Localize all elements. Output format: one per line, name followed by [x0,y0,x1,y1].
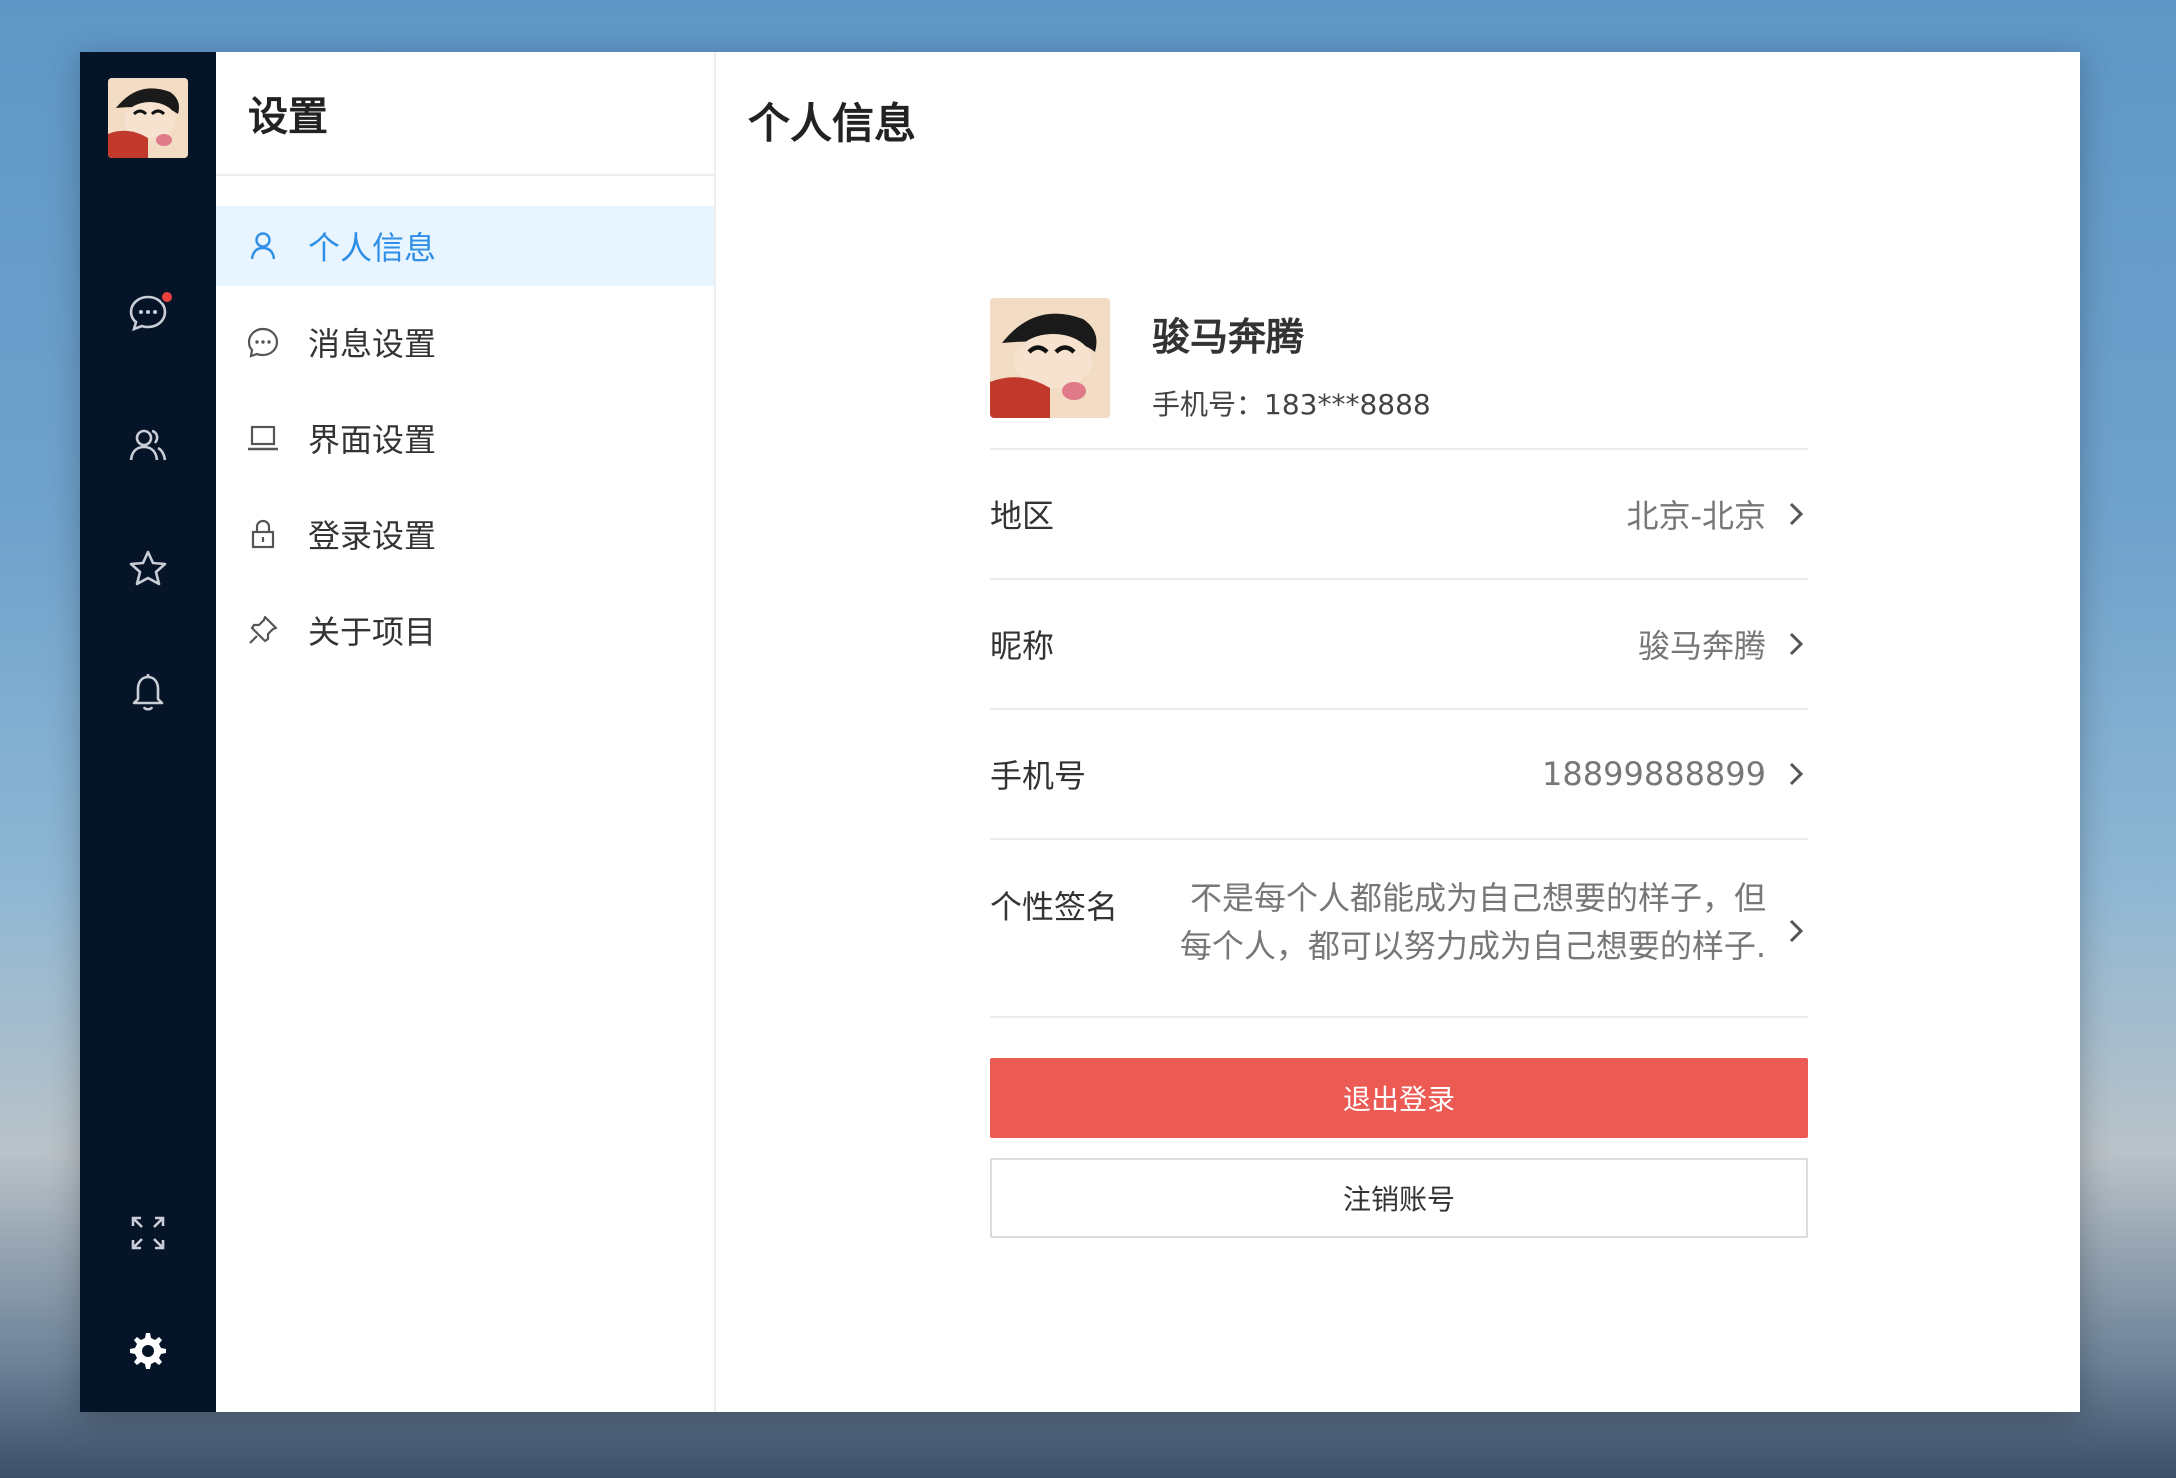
menu-item-profile[interactable]: 个人信息 [216,206,714,286]
rail-contacts-button[interactable] [80,410,216,480]
fullscreen-icon [131,1216,165,1250]
chat-bubble-icon [247,327,279,358]
menu-item-interface[interactable]: 界面设置 [216,398,714,478]
cancel-account-button[interactable]: 注销账号 [990,1158,1808,1238]
star-icon [129,550,167,586]
menu-item-label: 关于项目 [308,613,437,651]
row-label: 昵称 [990,627,1055,665]
content-panel: 个人信息 骏马奔腾 手机号：183***8888 地区 北京-北京 昵称 骏马奔… [716,52,2080,1412]
nav-rail [80,52,216,1412]
rail-settings-button[interactable] [80,1316,216,1386]
menu-title: 设置 [216,52,714,176]
profile-text: 骏马奔腾 手机号：183***8888 [1152,298,1431,423]
chevron-right-icon [1789,632,1804,656]
signature-row[interactable]: 个性签名 不是每个人都能成为自己想要的样子，但每个人，都可以努力成为自己想要的样… [990,840,1808,1018]
nickname-row[interactable]: 昵称 骏马奔腾 [990,580,1808,710]
phone-row[interactable]: 手机号 18899888899 [990,710,1808,840]
row-label: 手机号 [990,757,1087,795]
menu-item-about[interactable]: 关于项目 [216,590,714,670]
menu-item-login[interactable]: 登录设置 [216,494,714,574]
region-row[interactable]: 地区 北京-北京 [990,450,1808,580]
profile-phone: 手机号：183***8888 [1152,388,1431,421]
chevron-right-icon [1789,502,1804,526]
logout-button[interactable]: 退出登录 [990,1058,1808,1138]
avatar-image [990,298,1110,418]
contacts-icon [129,429,167,461]
lock-icon [251,519,275,549]
page-title: 个人信息 [748,99,917,148]
row-value: 18899888899 [1542,755,1766,793]
user-avatar[interactable] [108,78,188,158]
user-icon [250,232,276,260]
profile-card: 骏马奔腾 手机号：183***8888 地区 北京-北京 昵称 骏马奔腾 手机号… [990,298,1808,1238]
rail-notifications-button[interactable] [80,658,216,728]
menu-list: 个人信息 消息设置 界面设置 登录设置 关于项目 [216,206,714,670]
menu-item-label: 界面设置 [308,421,437,459]
rail-favorites-button[interactable] [80,534,216,604]
laptop-icon [248,425,278,451]
bell-icon [132,674,164,711]
gear-icon [130,1333,166,1369]
menu-item-label: 登录设置 [308,517,437,555]
row-value: 北京-北京 [1626,497,1766,535]
row-value: 骏马奔腾 [1637,627,1766,665]
settings-menu: 设置 个人信息 消息设置 界面设置 登录设置 关于项目 [216,52,716,1412]
rail-chat-button[interactable] [80,278,216,348]
row-label: 地区 [990,497,1055,535]
notification-dot [160,290,174,304]
avatar-image [108,78,188,158]
menu-item-label: 个人信息 [308,229,437,267]
chevron-right-icon [1789,919,1804,943]
rail-fullscreen-button[interactable] [80,1198,216,1268]
menu-item-label: 消息设置 [308,325,437,363]
row-label: 个性签名 [990,888,1119,926]
profile-avatar[interactable] [990,298,1110,418]
profile-name: 骏马奔腾 [1152,315,1305,359]
chevron-right-icon [1789,762,1804,786]
app-window: 设置 个人信息 消息设置 界面设置 登录设置 关于项目 个人信息 骏马奔腾 手机… [80,52,2080,1412]
menu-item-messages[interactable]: 消息设置 [216,302,714,382]
pin-icon [249,615,278,644]
row-value: 不是每个人都能成为自己想要的样子，但每个人，都可以努力成为自己想要的样子. [1179,879,1766,965]
profile-header: 骏马奔腾 手机号：183***8888 [990,298,1808,450]
